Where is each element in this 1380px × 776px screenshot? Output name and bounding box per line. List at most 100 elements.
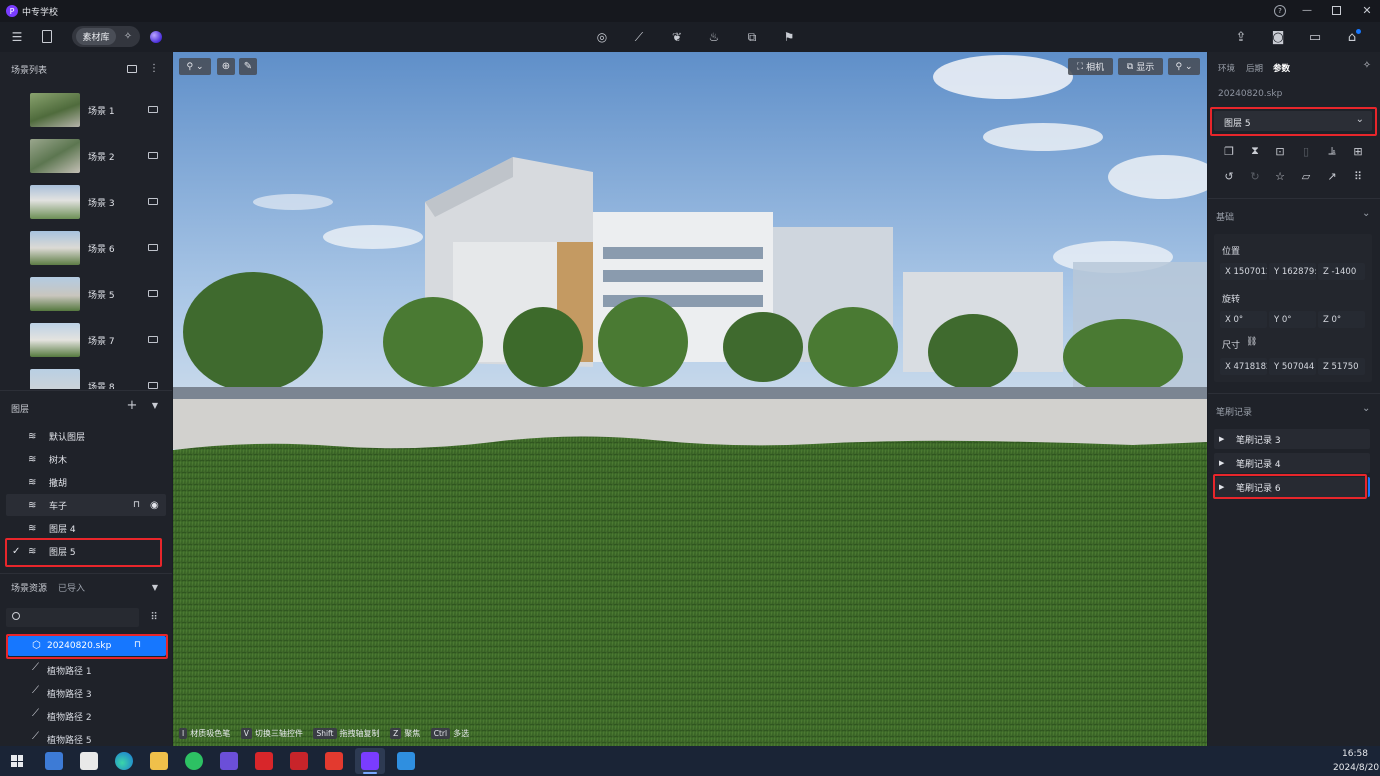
d5-render-icon[interactable]	[361, 752, 379, 770]
link-icon[interactable]: ⛓	[1246, 337, 1257, 347]
autocad-icon[interactable]	[255, 752, 273, 770]
copy-icon[interactable]: ❐	[1222, 144, 1236, 158]
align-icon[interactable]: ▯	[1299, 144, 1313, 158]
app-a-icon[interactable]	[220, 752, 238, 770]
layer-item[interactable]: ≋ 图层 4	[6, 517, 166, 539]
add-layer-icon[interactable]: +	[126, 398, 138, 413]
focus-icon[interactable]: ⊡	[1273, 144, 1287, 158]
camera-icon[interactable]	[148, 290, 158, 297]
menu-icon[interactable]: ☰	[10, 30, 24, 44]
size-y-field[interactable]: Y 507044	[1269, 358, 1316, 375]
rotation-x-field[interactable]: X 0°	[1220, 311, 1267, 328]
scene-item[interactable]: 场景 3	[30, 185, 164, 221]
folder-icon[interactable]: ▱	[1299, 169, 1313, 183]
share-icon[interactable]: ↗	[1325, 169, 1339, 183]
ground-icon[interactable]: ⫡	[1325, 144, 1339, 158]
asset-path-item[interactable]: ⟋ 植物路径 2	[30, 708, 160, 724]
scene-item[interactable]: 场景 5	[30, 277, 164, 313]
view-mode-button[interactable]: ⚲ ⌄	[1168, 58, 1200, 75]
layer-item[interactable]: ≋ 车子 ⊓ ◉	[6, 494, 166, 516]
video-icon[interactable]: ▭	[1306, 28, 1324, 46]
new-file-icon[interactable]	[42, 30, 52, 43]
imported-tab[interactable]: 已导入	[58, 581, 85, 594]
sketchup-icon[interactable]	[290, 752, 308, 770]
material-library-button[interactable]: 素材库	[76, 28, 116, 45]
display-button[interactable]: ⧉ 显示	[1118, 58, 1163, 75]
path-tool-icon[interactable]: ⟋	[631, 29, 647, 45]
calculator-icon[interactable]	[45, 752, 63, 770]
bulb-icon[interactable]: ◎	[594, 29, 610, 45]
collapse-icon[interactable]: ▼	[150, 582, 160, 592]
size-z-field[interactable]: Z 51750	[1318, 358, 1365, 375]
globe-icon[interactable]: ⊕	[217, 58, 235, 75]
ai-orb-icon[interactable]	[150, 31, 162, 43]
more-icon[interactable]: ⋮	[149, 62, 159, 74]
chevron-down-icon[interactable]: ⌄	[1362, 208, 1370, 219]
close-button[interactable]: ✕	[1360, 3, 1374, 17]
size-x-field[interactable]: X 4718182	[1220, 358, 1267, 375]
transform-tool-button[interactable]: ⚲ ⌄	[179, 58, 211, 75]
layer-item[interactable]: ≋ 树木	[6, 448, 166, 470]
brush-icon[interactable]: ✎	[239, 58, 257, 75]
tab-post[interactable]: 后期	[1246, 62, 1263, 74]
favorite-icon[interactable]: ☆	[1273, 169, 1287, 183]
3d-viewport[interactable]: ⚲ ⌄ ⊕ ✎ ⛶ 相机 ⧉ 显示 ⚲ ⌄ I 材质吸色笔 V 切换三轴控件 Shift…	[173, 52, 1207, 746]
chevron-down-icon[interactable]: ⌄	[1362, 403, 1370, 414]
qr-icon[interactable]: ⠿	[1351, 169, 1365, 183]
windows-start-icon[interactable]	[11, 755, 23, 767]
collapse-icon[interactable]: ▼	[150, 400, 160, 410]
file-explorer-icon[interactable]	[150, 752, 168, 770]
magic-icon[interactable]: ✧	[1361, 59, 1373, 71]
minimize-button[interactable]: —	[1300, 3, 1314, 17]
sparkle-icon[interactable]: ✧	[120, 28, 136, 45]
position-x-field[interactable]: X 1507012	[1220, 263, 1267, 280]
layer-item[interactable]: ≋ 撒胡	[6, 471, 166, 493]
camera-icon[interactable]	[148, 152, 158, 159]
camera-icon[interactable]	[148, 106, 158, 113]
add-scene-icon[interactable]	[127, 65, 137, 73]
wechat-icon[interactable]	[185, 752, 203, 770]
camera-icon[interactable]	[148, 244, 158, 251]
camera-icon[interactable]	[148, 198, 158, 205]
scene-item[interactable]: 场景 8	[30, 369, 164, 389]
tab-environment[interactable]: 环境	[1218, 62, 1235, 74]
tab-params[interactable]: 参数	[1273, 62, 1290, 74]
scene-item[interactable]: 场景 2	[30, 139, 164, 175]
rotation-y-field[interactable]: Y 0°	[1269, 311, 1316, 328]
maximize-button[interactable]	[1332, 6, 1341, 15]
rotation-z-field[interactable]: Z 0°	[1318, 311, 1365, 328]
brush-record-item[interactable]: ▶ 笔刷记录 4	[1214, 453, 1370, 473]
camera-button[interactable]: ⛶ 相机	[1068, 58, 1113, 75]
pin-icon[interactable]: ⚑	[781, 29, 797, 45]
fire-icon[interactable]: ♨	[706, 29, 722, 45]
brush-record-item[interactable]: ▶ 笔刷记录 3	[1214, 429, 1370, 449]
screenshot-icon[interactable]: ◙	[1269, 28, 1287, 46]
photos-icon[interactable]	[397, 752, 415, 770]
lock-icon[interactable]: ⊓	[133, 500, 140, 510]
camera-icon[interactable]	[148, 336, 158, 343]
app-t-icon[interactable]	[80, 752, 98, 770]
help-icon[interactable]: ?	[1274, 5, 1286, 17]
layer-item[interactable]: ≋ 默认图层	[6, 425, 166, 447]
eye-icon[interactable]: ◉	[150, 500, 159, 511]
position-y-field[interactable]: Y 162879:	[1269, 263, 1316, 280]
asset-path-item[interactable]: ⟋ 植物路径 5	[30, 731, 160, 747]
position-z-field[interactable]: Z -1400	[1318, 263, 1365, 280]
asset-search-input[interactable]	[6, 608, 139, 627]
asset-path-item[interactable]: ⟋ 植物路径 3	[30, 685, 160, 701]
camera-icon[interactable]	[148, 382, 158, 389]
mirror-icon[interactable]: ⧗	[1248, 144, 1262, 158]
scene-item[interactable]: 场景 6	[30, 231, 164, 267]
export-icon[interactable]: ⇪	[1232, 28, 1250, 46]
camera-rig-icon[interactable]: ⧉	[744, 29, 760, 45]
add-copy-icon[interactable]: ⊞	[1351, 144, 1365, 158]
grid-view-icon[interactable]: ⠿	[148, 611, 160, 623]
redo-icon[interactable]: ↻	[1248, 169, 1262, 183]
asset-path-item[interactable]: ⟋ 植物路径 1	[30, 662, 160, 678]
scene-item[interactable]: 场景 1	[30, 93, 164, 129]
wps-icon[interactable]	[325, 752, 343, 770]
edge-icon[interactable]	[115, 752, 133, 770]
scene-item[interactable]: 场景 7	[30, 323, 164, 359]
undo-icon[interactable]: ↺	[1222, 169, 1236, 183]
leaf-icon[interactable]: ❦	[669, 29, 685, 45]
